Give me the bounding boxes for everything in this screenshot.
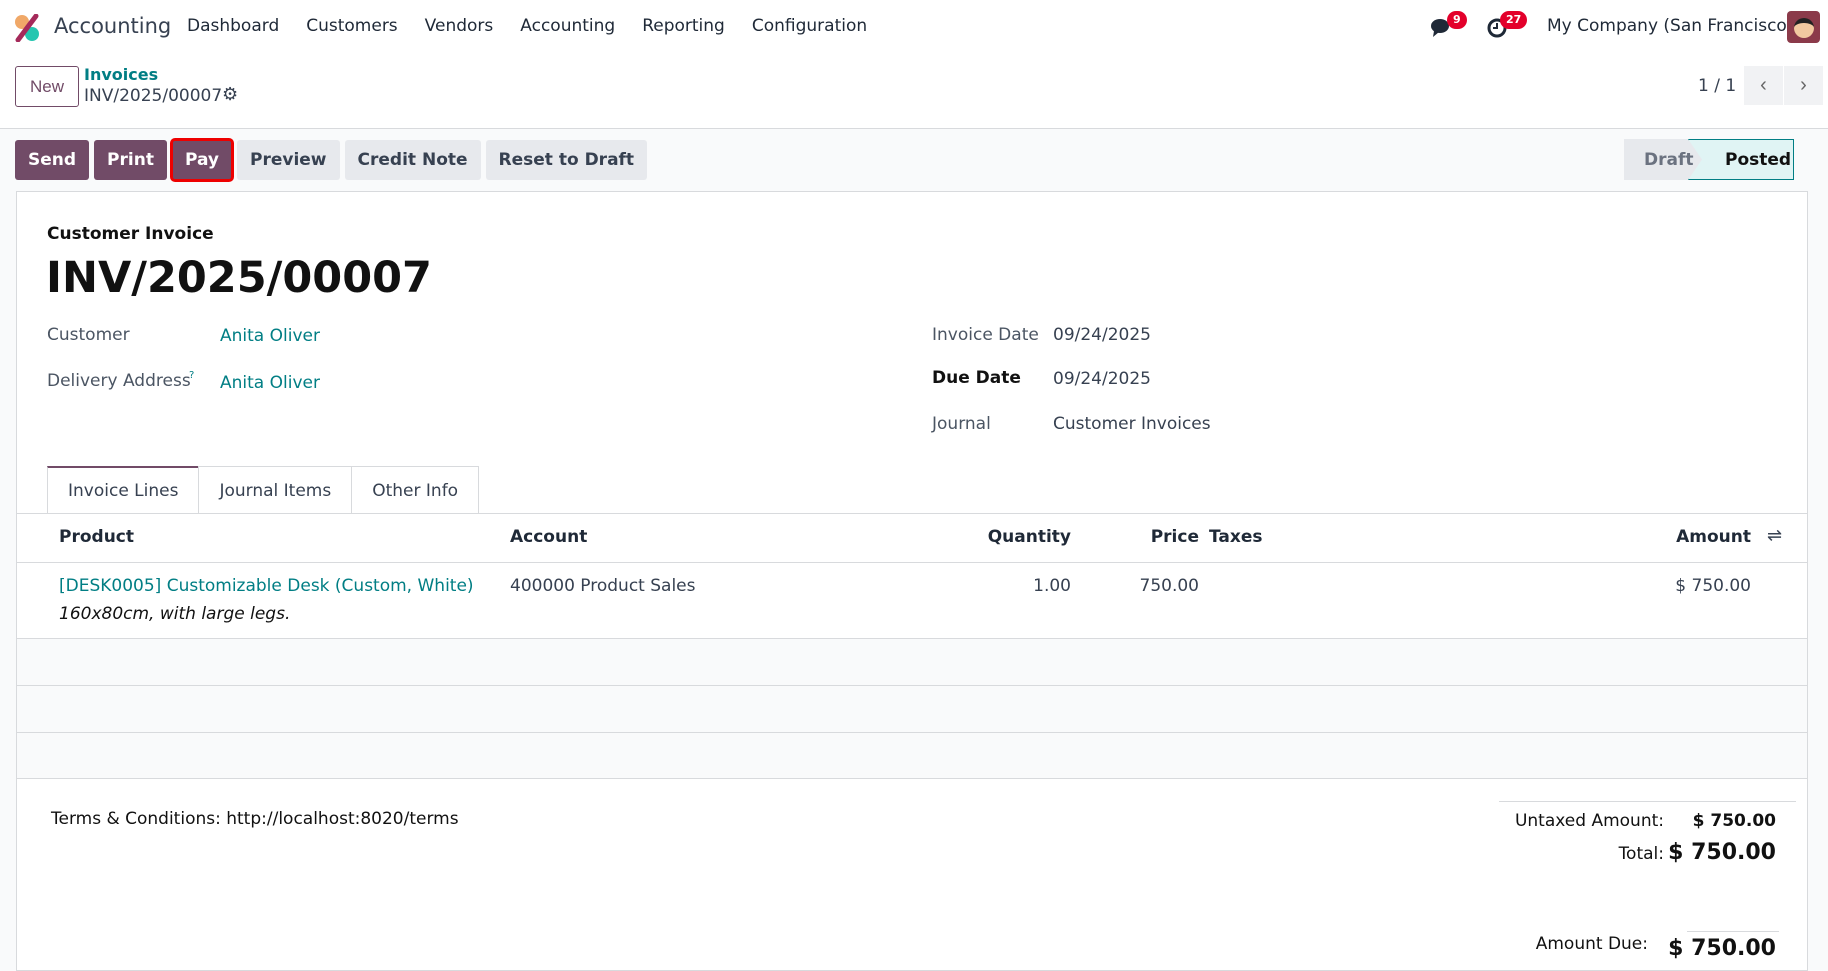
divider: [1687, 931, 1779, 932]
column-taxes[interactable]: Taxes: [1209, 527, 1263, 547]
empty-row: [17, 638, 1807, 685]
reset-to-draft-button[interactable]: Reset to Draft: [485, 140, 648, 180]
send-button[interactable]: Send: [15, 140, 90, 180]
line-product[interactable]: [DESK0005] Customizable Desk (Custom, Wh…: [59, 576, 474, 596]
line-price: 750.00: [1139, 576, 1199, 596]
untaxed-amount-value: $ 750.00: [1692, 811, 1776, 831]
document-type: Customer Invoice: [47, 224, 214, 244]
pay-button[interactable]: Pay: [169, 138, 235, 182]
top-navbar: Accounting Dashboard Customers Vendors A…: [0, 0, 1828, 54]
invoice-date-field[interactable]: 09/24/2025: [1053, 325, 1151, 345]
due-date-label: Due Date: [932, 368, 1021, 388]
journal-label: Journal: [932, 414, 991, 434]
gear-icon[interactable]: ⚙: [222, 84, 238, 105]
customer-field[interactable]: Anita Oliver: [220, 326, 320, 346]
empty-row: [17, 685, 1807, 732]
control-panel: New Invoices INV/2025/00007 ⚙ 1 / 1 ‹ ›: [0, 54, 1828, 129]
app-name[interactable]: Accounting: [54, 14, 171, 38]
tab-other-info[interactable]: Other Info: [351, 466, 480, 514]
column-account[interactable]: Account: [510, 527, 587, 547]
activities-badge: 27: [1500, 11, 1528, 29]
optional-columns-toggle-icon[interactable]: ⇌: [1767, 525, 1782, 546]
pager-next-button[interactable]: ›: [1784, 66, 1823, 105]
menu-dashboard[interactable]: Dashboard: [187, 16, 279, 36]
tab-invoice-lines[interactable]: Invoice Lines: [47, 466, 200, 514]
line-amount: $ 750.00: [1675, 576, 1751, 596]
total-label: Total:: [1618, 844, 1664, 864]
status-posted: Posted: [1688, 139, 1794, 180]
menu-accounting[interactable]: Accounting: [520, 16, 615, 36]
journal-field[interactable]: Customer Invoices: [1053, 414, 1211, 434]
line-quantity: 1.00: [1033, 576, 1071, 596]
empty-row: [17, 732, 1807, 779]
status-draft[interactable]: Draft: [1624, 139, 1702, 180]
column-quantity[interactable]: Quantity: [988, 527, 1071, 547]
divider: [17, 513, 1807, 514]
amount-due-label: Amount Due:: [1535, 934, 1648, 954]
terms-and-conditions: Terms & Conditions: http://localhost:802…: [51, 809, 459, 829]
amount-due-value: $ 750.00: [1668, 936, 1776, 961]
delivery-address-label: Delivery Address: [47, 371, 191, 391]
status-bar: Draft Posted: [1624, 139, 1794, 180]
total-value: $ 750.00: [1668, 840, 1776, 865]
due-date-field[interactable]: 09/24/2025: [1053, 369, 1151, 389]
divider: [1499, 801, 1796, 802]
customer-label: Customer: [47, 325, 130, 345]
delivery-address-field[interactable]: Anita Oliver: [220, 373, 320, 393]
invoice-date-label: Invoice Date: [932, 325, 1039, 345]
line-account: 400000 Product Sales: [510, 576, 696, 596]
menu-configuration[interactable]: Configuration: [752, 16, 867, 36]
user-avatar[interactable]: [1787, 11, 1820, 43]
preview-button[interactable]: Preview: [237, 140, 340, 180]
credit-note-button[interactable]: Credit Note: [344, 140, 481, 180]
column-amount[interactable]: Amount: [1676, 527, 1751, 547]
invoice-number-title: INV/2025/00007: [46, 253, 432, 303]
invoice-form-sheet: Customer Invoice INV/2025/00007 Customer…: [16, 191, 1808, 971]
divider: [17, 562, 1807, 563]
menu-vendors[interactable]: Vendors: [425, 16, 494, 36]
company-switcher[interactable]: My Company (San Francisco): [1547, 16, 1793, 36]
help-tooltip-icon[interactable]: ?: [189, 370, 194, 381]
new-button[interactable]: New: [15, 66, 79, 107]
print-button[interactable]: Print: [94, 140, 167, 180]
line-description: 160x80cm, with large legs.: [59, 604, 291, 624]
breadcrumb-current: INV/2025/00007: [84, 86, 223, 106]
app-logo-icon[interactable]: [14, 14, 42, 42]
column-product[interactable]: Product: [59, 527, 134, 547]
pager-previous-button[interactable]: ‹: [1744, 66, 1783, 105]
column-price[interactable]: Price: [1151, 527, 1199, 547]
breadcrumb-invoices[interactable]: Invoices: [84, 65, 158, 84]
tab-journal-items[interactable]: Journal Items: [198, 466, 353, 514]
menu-reporting[interactable]: Reporting: [642, 16, 725, 36]
messages-badge: 9: [1447, 11, 1467, 29]
menu-customers[interactable]: Customers: [306, 16, 397, 36]
pager-value: 1 / 1: [1698, 76, 1737, 96]
untaxed-amount-label: Untaxed Amount:: [1514, 811, 1664, 831]
